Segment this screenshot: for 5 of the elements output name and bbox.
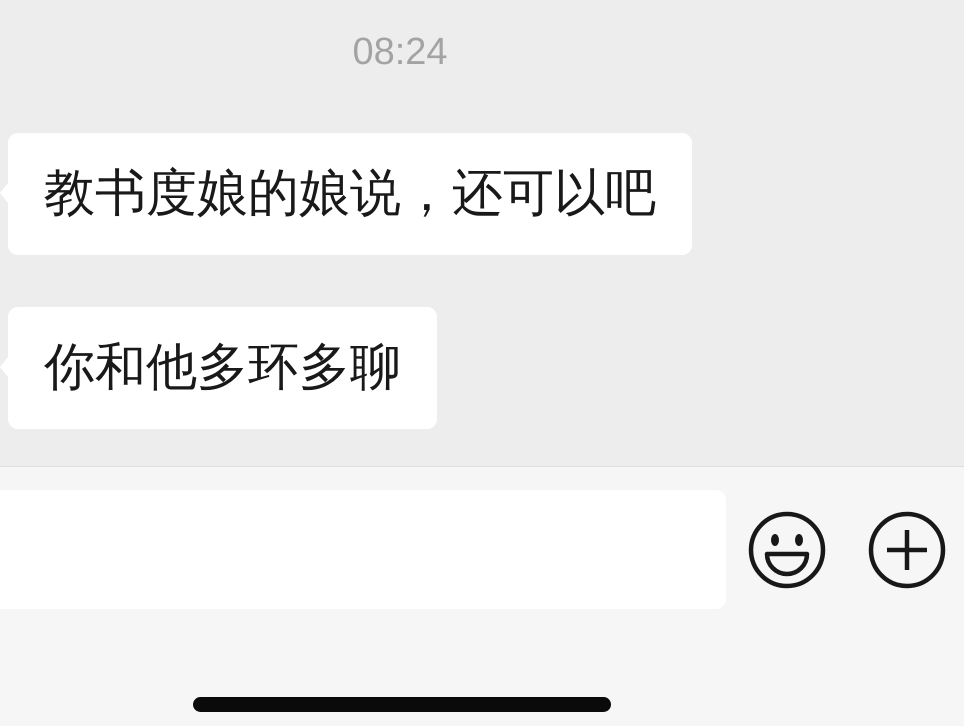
timestamp: 08:24 [351, 30, 449, 74]
add-icon[interactable] [867, 510, 947, 590]
emoji-icon[interactable] [747, 510, 827, 590]
message-bubble: 教书度娘的娘说，还可以吧 [8, 133, 692, 255]
message-bubble: 你和他多环多聊 [8, 307, 437, 429]
